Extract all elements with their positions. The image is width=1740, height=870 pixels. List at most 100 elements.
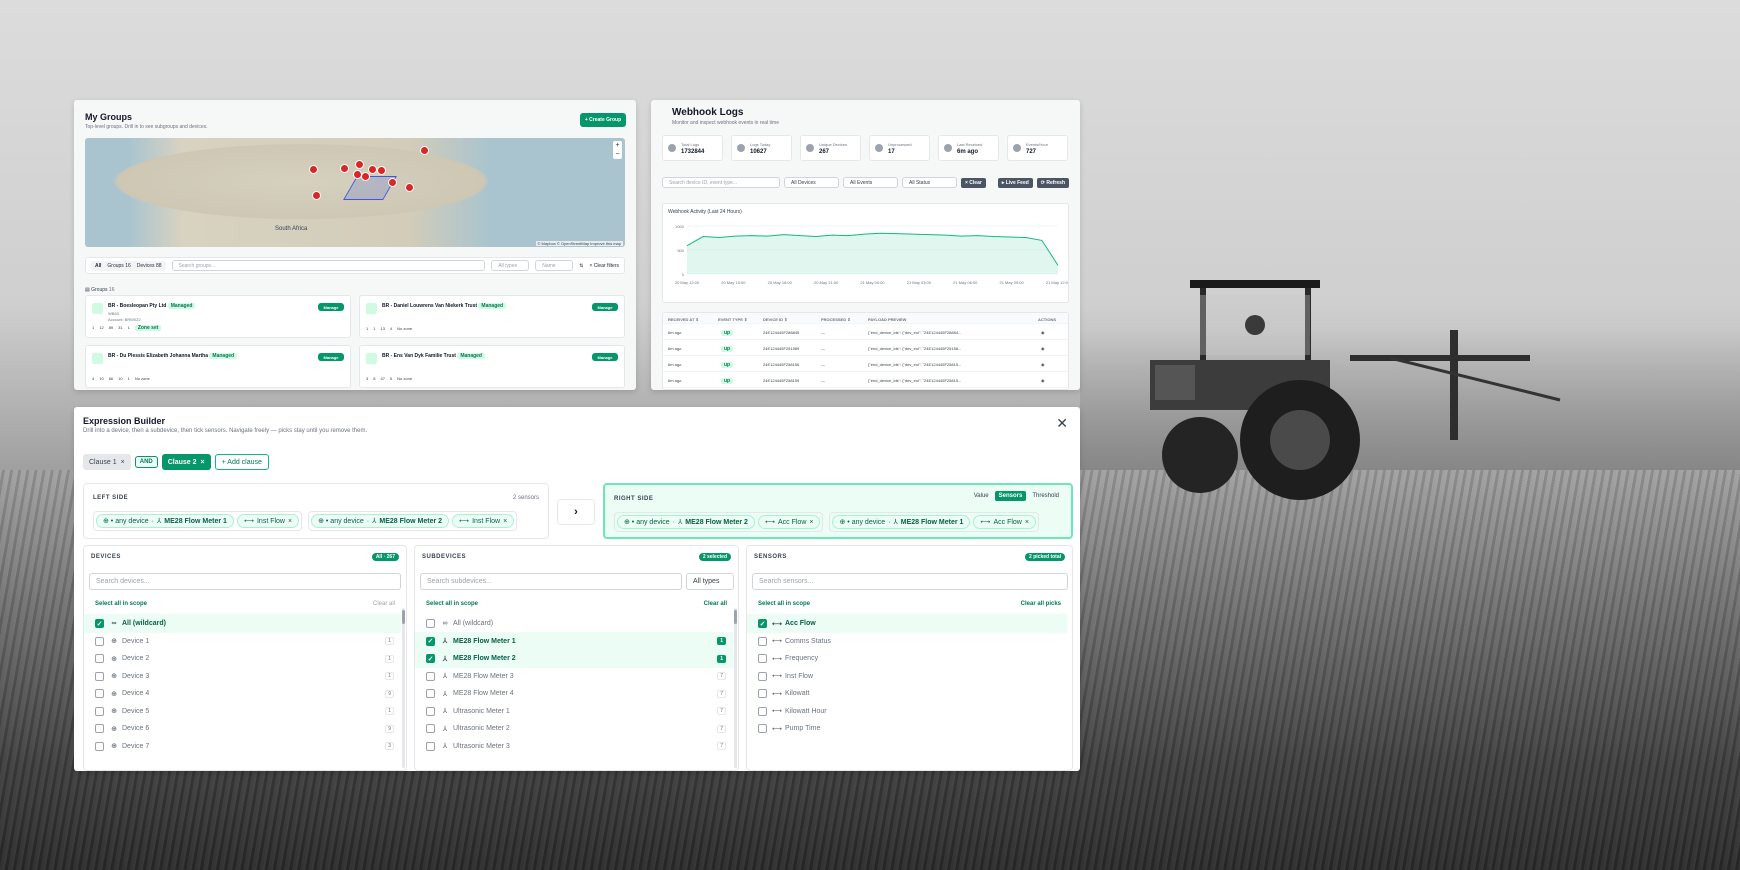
checkbox[interactable] <box>426 689 435 698</box>
subdevice-type-select[interactable]: All types <box>686 573 734 590</box>
table-row[interactable]: 6m ago up 24E124445F251589— {"end_device_id… <box>663 340 1068 356</box>
live-feed-button[interactable]: ▸ Live Feed <box>997 177 1033 188</box>
checkbox[interactable] <box>758 706 767 716</box>
select-all-devices[interactable]: Select all in scope <box>95 601 147 607</box>
map-marker[interactable] <box>420 146 429 155</box>
map-marker[interactable] <box>312 191 321 200</box>
list-item[interactable]: ⊕ Device 4 9 <box>84 684 401 703</box>
checkbox[interactable] <box>758 636 767 646</box>
list-item[interactable]: ⅄ ME28 Flow Meter 4 7 <box>415 684 733 703</box>
list-item[interactable]: ⅄ Ultrasonic Meter 1 7 <box>415 702 733 721</box>
subdevice-search-input[interactable]: Search subdevices... <box>420 573 682 590</box>
mode-sensors[interactable]: Sensors <box>994 491 1027 501</box>
checkbox[interactable] <box>426 741 435 751</box>
sort-direction-icon[interactable]: ⇅ <box>579 263 583 269</box>
subdevices-scrollbar[interactable] <box>734 608 737 768</box>
group-card[interactable]: BR - Du Plessis Elizabeth Johanna Martha… <box>85 345 351 388</box>
clear-all-picks[interactable]: Clear all picks <box>1021 601 1061 607</box>
device-chip[interactable]: ⊕ • any device · ⅄ ME28 Flow Meter 1 <box>96 514 234 528</box>
groups-map[interactable]: South Africa + − © Mapbox © OpenStreetMap… <box>85 138 625 247</box>
list-item[interactable]: ⅄ Ultrasonic Meter 3 7 <box>415 737 733 756</box>
col-processed[interactable]: PROCESSED ⇕ <box>821 317 851 322</box>
list-item[interactable]: ⟷ Comms Status <box>747 632 1067 651</box>
sensor-chip[interactable]: ⟷ Acc Flow × <box>973 515 1036 529</box>
checkbox[interactable] <box>758 689 767 698</box>
manage-button[interactable]: Manage <box>318 303 344 311</box>
map-marker[interactable] <box>309 165 318 174</box>
type-select[interactable]: All types <box>491 260 530 271</box>
checkbox[interactable] <box>426 706 435 716</box>
filter-tab-all[interactable]: All <box>95 263 101 269</box>
map-marker[interactable] <box>361 172 370 181</box>
col-received[interactable]: RECEIVED AT ⇕ <box>668 317 699 322</box>
table-row[interactable]: 6m ago up 24E124445F258159— {"end_device_id… <box>663 372 1068 388</box>
sensor-chip[interactable]: ⟷ Acc Flow × <box>757 515 821 529</box>
list-item[interactable]: ✓ ⟷ Acc Flow <box>747 614 1067 633</box>
checkbox[interactable] <box>426 671 435 681</box>
table-row[interactable]: 6m ago up 24E124445F258156— {"end_device_id… <box>663 356 1068 372</box>
checkbox[interactable] <box>758 671 767 681</box>
add-clause-button[interactable]: + Add clause <box>214 454 269 470</box>
list-item[interactable]: ⟷ Kilowatt Hour <box>747 702 1067 721</box>
list-item[interactable]: ⟷ Kilowatt <box>747 684 1067 703</box>
manage-button[interactable]: Manage <box>592 353 618 361</box>
list-item[interactable]: ∞ All (wildcard) <box>415 614 733 633</box>
map-marker[interactable] <box>353 170 362 179</box>
clause-1-tab[interactable]: Clause 1 × <box>83 454 131 470</box>
sort-select[interactable]: Name <box>535 260 574 271</box>
checkbox[interactable]: ✓ <box>426 636 435 646</box>
checkbox[interactable]: ✓ <box>758 619 767 628</box>
checkbox[interactable] <box>95 741 104 751</box>
chevron-right-icon[interactable]: › <box>557 499 595 525</box>
manage-button[interactable]: Manage <box>592 303 618 311</box>
map-marker[interactable] <box>355 160 364 169</box>
checkbox[interactable] <box>426 619 435 628</box>
checkbox[interactable] <box>758 654 767 663</box>
list-item[interactable]: ⟷ Inst Flow <box>747 667 1067 686</box>
map-marker[interactable] <box>368 165 377 174</box>
list-item[interactable]: ⟷ Frequency <box>747 649 1067 668</box>
device-chip[interactable]: ⊕ • any device · ⅄ ME28 Flow Meter 2 <box>311 514 450 528</box>
checkbox[interactable] <box>95 671 104 681</box>
map-marker[interactable] <box>340 164 349 173</box>
list-item[interactable]: ⊕ Device 6 9 <box>84 719 401 738</box>
filter-tab-groups[interactable]: Groups 16 <box>107 263 130 269</box>
device-select[interactable]: All Devices <box>784 177 839 188</box>
list-item[interactable]: ✓ ∞ All (wildcard) <box>84 614 401 633</box>
devices-scrollbar[interactable] <box>402 608 405 768</box>
checkbox[interactable] <box>95 636 104 646</box>
map-marker[interactable] <box>388 178 397 187</box>
table-row[interactable]: 6m ago up 24E124445F288845— {"end_device_id… <box>663 324 1068 340</box>
clear-all-subdevices[interactable]: Clear all <box>704 601 727 607</box>
close-icon[interactable]: ✕ <box>1056 415 1068 432</box>
checkbox[interactable] <box>95 724 104 733</box>
clear-button[interactable]: × Clear <box>961 177 986 188</box>
group-card[interactable]: BR - Daniel Louwrens Van Niekerk Trust M… <box>359 295 625 338</box>
checkbox[interactable] <box>426 724 435 733</box>
sensor-search-input[interactable]: Search sensors... <box>752 573 1068 590</box>
and-operator[interactable]: AND <box>134 456 158 468</box>
group-card[interactable]: BR - Ens Van Dyk Familie Trust Managed M… <box>359 345 625 388</box>
sensor-chip[interactable]: ⟷ Inst Flow × <box>452 514 515 528</box>
checkbox[interactable]: ✓ <box>95 619 104 628</box>
group-card[interactable]: BR - Boesleopan Pty Ltd Managed WB63 Acco… <box>85 295 351 338</box>
list-item[interactable]: ⅄ ME28 Flow Meter 3 7 <box>415 667 733 686</box>
list-item[interactable]: ✓ ⅄ ME28 Flow Meter 1 1 <box>415 631 733 651</box>
list-item[interactable]: ⟷ Pump Time <box>747 719 1067 738</box>
list-item[interactable]: ✓ ⅄ ME28 Flow Meter 2 1 <box>415 649 733 668</box>
list-item[interactable]: ⊕ Device 5 1 <box>84 702 401 721</box>
col-device-id[interactable]: DEVICE ID ⇕ <box>763 317 787 322</box>
clear-filters-button[interactable]: × Clear filters <box>589 263 619 269</box>
device-search-input[interactable]: Search devices... <box>89 573 401 590</box>
clear-all-devices[interactable]: Clear all <box>373 601 395 607</box>
select-all-subdevices[interactable]: Select all in scope <box>426 601 478 607</box>
col-event-type[interactable]: EVENT TYPE ⇕ <box>718 317 747 322</box>
list-item[interactable]: ⊕ Device 3 1 <box>84 667 401 686</box>
device-chip[interactable]: ⊕ • any device · ⅄ ME28 Flow Meter 1 <box>832 515 971 529</box>
mode-threshold[interactable]: Threshold <box>1028 491 1063 501</box>
checkbox[interactable] <box>758 724 767 733</box>
group-search-input[interactable]: Search groups... <box>171 260 486 271</box>
create-group-button[interactable]: + Create Group <box>580 113 626 127</box>
select-all-sensors[interactable]: Select all in scope <box>758 601 810 607</box>
checkbox[interactable] <box>95 654 104 663</box>
